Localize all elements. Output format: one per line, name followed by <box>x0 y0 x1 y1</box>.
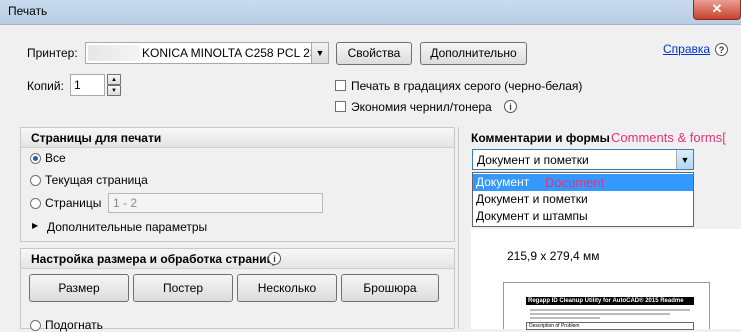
preview-text-line <box>530 313 670 315</box>
comments-selected: Документ и пометки <box>477 153 589 167</box>
comments-select[interactable]: Документ и пометки ▼ <box>472 149 694 170</box>
pages-range-radio[interactable] <box>30 198 41 209</box>
printer-name-blur <box>88 45 140 61</box>
pages-all-radio[interactable] <box>30 153 41 164</box>
pages-current-label: Текущая страница <box>45 173 148 187</box>
printer-label: Принтер: <box>27 46 78 60</box>
pages-range-label: Страницы <box>45 196 102 210</box>
size-info-icon[interactable]: i <box>268 252 281 265</box>
comments-overlay-title: Comments & forms[ <box>611 130 726 145</box>
fit-label: Подогнать <box>45 318 103 332</box>
save-ink-label: Экономия чернил/тонера <box>351 100 492 114</box>
dropdown-option[interactable]: Документ и штампы <box>473 208 693 225</box>
copies-label: Копий: <box>27 79 64 93</box>
chevron-down-icon[interactable]: ▼ <box>311 43 328 63</box>
preview-area: 215,9 x 279,4 мм Regapp ID Cleanup Utili… <box>471 229 741 330</box>
copies-stepper[interactable]: ▲ ▼ <box>107 74 121 96</box>
pages-range-placeholder: 1 - 2 <box>113 196 138 210</box>
page-preview: Regapp ID Cleanup Utility for AutoCAD® 2… <box>503 282 710 330</box>
printer-name: KONICA MINOLTA C258 PCL 232 <box>142 46 324 60</box>
stepper-down-icon[interactable]: ▼ <box>107 85 121 96</box>
window-title: Печать <box>8 4 48 18</box>
title-bar: Печать ✕ <box>0 0 741 25</box>
multiple-button[interactable]: Несколько <box>237 274 337 302</box>
grayscale-checkbox[interactable] <box>335 80 346 91</box>
pages-panel-title: Страницы для печати <box>21 128 454 148</box>
booklet-button[interactable]: Брошюра <box>341 274 439 302</box>
close-button[interactable]: ✕ <box>693 0 741 20</box>
copies-input[interactable]: 1 <box>70 74 105 96</box>
dropdown-option[interactable]: Документ Document <box>473 174 693 191</box>
pages-range-input[interactable]: 1 - 2 <box>108 193 323 213</box>
expand-icon[interactable]: ▶ <box>32 221 38 230</box>
comments-panel: Комментарии и формы Comments & forms[ До… <box>458 127 741 330</box>
size-button[interactable]: Размер <box>29 274 129 302</box>
info-icon[interactable]: i <box>504 100 517 113</box>
overlay-document-label: Document <box>545 175 605 190</box>
size-panel: Настройка размера и обработка страниц i … <box>20 248 455 332</box>
size-panel-title: Настройка размера и обработка страниц <box>21 249 454 269</box>
help-icon[interactable]: ? <box>715 43 728 56</box>
poster-button[interactable]: Постер <box>133 274 233 302</box>
grayscale-label: Печать в градациях серого (черно-белая) <box>351 79 583 93</box>
preview-doc-title: Regapp ID Cleanup Utility for AutoCAD® 2… <box>528 298 684 304</box>
printer-select[interactable]: KONICA MINOLTA C258 PCL 232 ▼ <box>85 42 329 64</box>
more-options-label[interactable]: Дополнительные параметры <box>47 220 207 234</box>
comments-dropdown[interactable]: Документ Document Документ и пометки Док… <box>472 172 694 227</box>
advanced-button[interactable]: Дополнительно <box>420 42 527 65</box>
chevron-down-icon[interactable]: ▼ <box>676 150 693 169</box>
copies-value: 1 <box>74 78 81 92</box>
stepper-up-icon[interactable]: ▲ <box>107 74 121 85</box>
help-link[interactable]: Справка <box>663 42 710 56</box>
preview-text-line <box>530 309 690 311</box>
dropdown-option[interactable]: Документ и пометки <box>473 191 693 208</box>
comments-title: Комментарии и формы <box>471 131 610 145</box>
pages-current-radio[interactable] <box>30 175 41 186</box>
size-panel-title-text: Настройка размера и обработка страниц <box>31 252 274 266</box>
preview-doc-title-bar: Regapp ID Cleanup Utility for AutoCAD® 2… <box>526 297 694 305</box>
preview-text-line <box>530 317 600 319</box>
pages-all-label: Все <box>45 151 66 165</box>
fit-radio[interactable] <box>30 320 41 331</box>
save-ink-checkbox[interactable] <box>335 101 346 112</box>
paper-size-label: 215,9 x 279,4 мм <box>507 249 600 263</box>
pages-panel: Страницы для печати Все Текущая страница… <box>20 127 455 242</box>
properties-button[interactable]: Свойства <box>336 42 412 65</box>
